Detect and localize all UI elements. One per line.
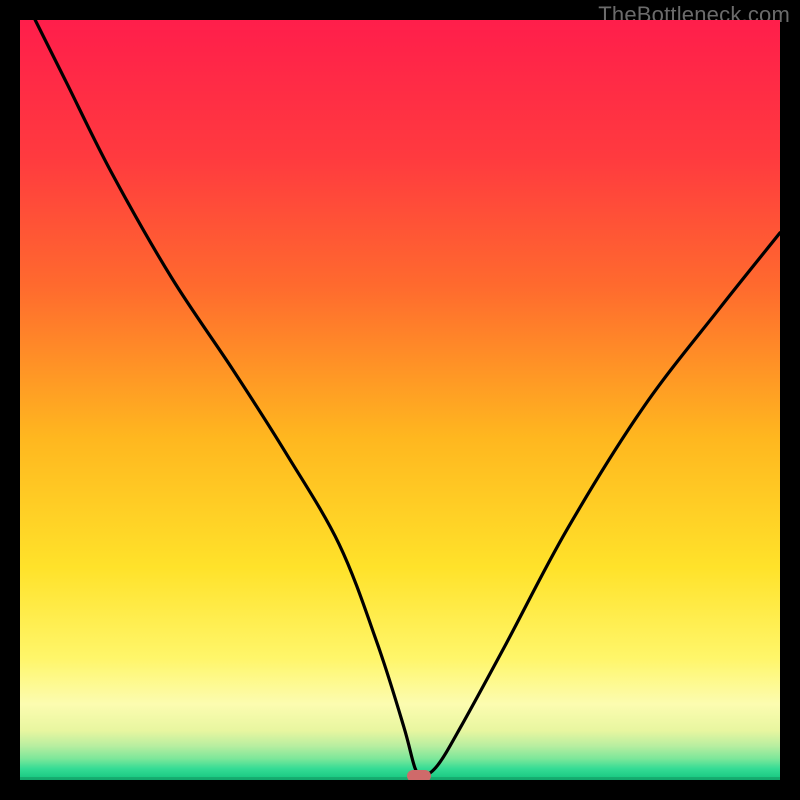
plot-svg bbox=[20, 20, 780, 780]
chart-frame: TheBottleneck.com bbox=[0, 0, 800, 800]
baseline bbox=[20, 777, 780, 780]
gradient-background bbox=[20, 20, 780, 780]
optimal-marker bbox=[407, 770, 431, 780]
plot-area bbox=[20, 20, 780, 780]
